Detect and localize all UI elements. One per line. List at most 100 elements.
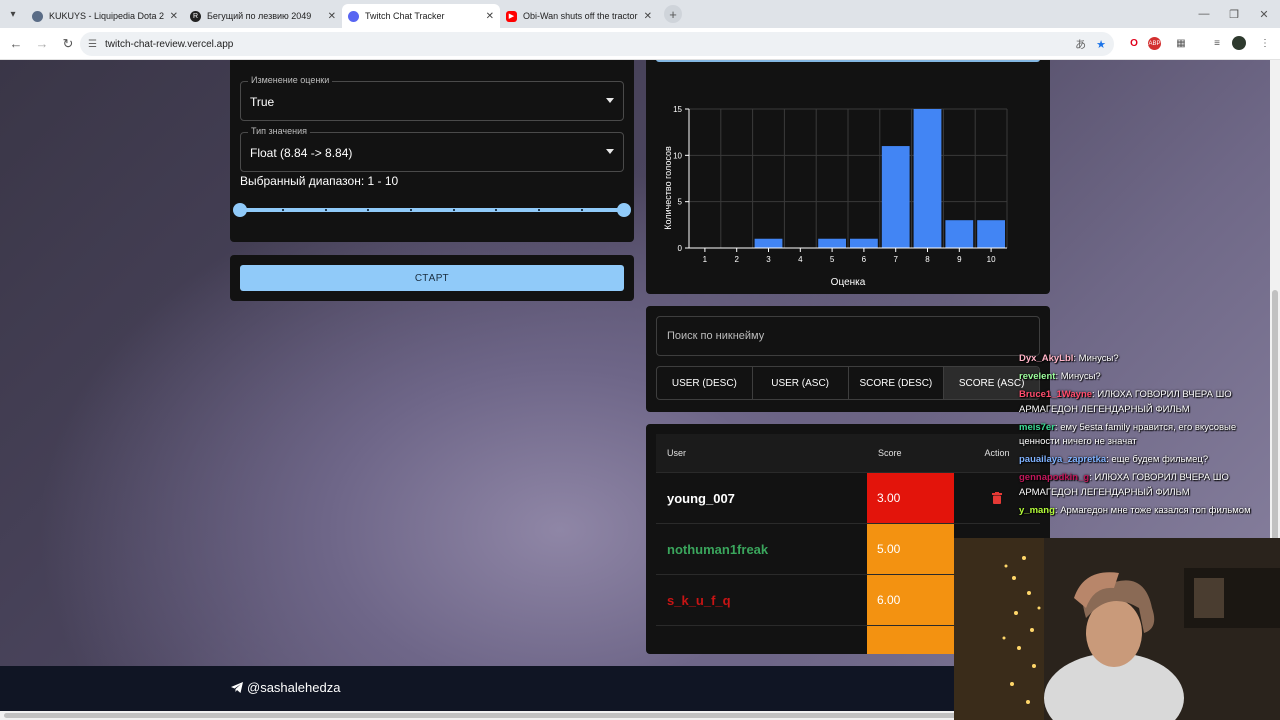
range-slider-max-thumb[interactable]: [617, 203, 631, 217]
webcam-scene-image: [954, 538, 1280, 720]
close-tab-icon[interactable]: ✕: [486, 11, 494, 22]
rating-change-label: Изменение оценки: [248, 75, 333, 85]
histogram-bar-7: [881, 146, 910, 248]
value-type-value: Float (8.84 -> 8.84): [250, 146, 353, 160]
start-button[interactable]: СТАРТ: [240, 265, 624, 291]
site-favicon-icon: R: [190, 10, 201, 22]
table-row: young_007 3.00: [656, 472, 1040, 524]
tab-title: Бегущий по лезвию 2049: [207, 11, 312, 21]
site-info-icon[interactable]: ☰: [88, 39, 97, 50]
minimize-icon[interactable]: —: [1188, 0, 1220, 28]
translate-icon[interactable]: あ: [1075, 36, 1086, 52]
tab-search-icon[interactable]: ▾: [0, 0, 26, 28]
user-column-header[interactable]: User: [656, 448, 867, 458]
chat-user: pauailaya_zapretka: [1019, 454, 1107, 465]
close-tab-icon[interactable]: ✕: [644, 11, 652, 22]
y-tick-label: 15: [673, 105, 682, 114]
tab-blade-runner[interactable]: R Бегущий по лезвию 2049 ✕: [184, 4, 342, 28]
y-axis-label: Количество голосов: [663, 146, 673, 230]
row-score: 6.00: [867, 574, 954, 626]
telegram-handle: @sashalehedza: [247, 680, 341, 695]
chat-user: Bruce1_1Wayne: [1019, 389, 1093, 400]
rating-change-value: True: [250, 95, 275, 109]
range-slider-track[interactable]: [240, 208, 624, 212]
nickname-search-input[interactable]: Поиск по никнейму: [656, 316, 1040, 356]
extensions-puzzle-icon[interactable]: ▦: [1172, 34, 1190, 52]
delete-trash-icon[interactable]: [992, 492, 1002, 504]
tab-title: Twitch Chat Tracker: [365, 11, 445, 21]
close-tab-icon[interactable]: ✕: [170, 11, 178, 22]
tab-liquipedia[interactable]: KUKUYS - Liquipedia Dota 2 W ✕: [26, 4, 184, 28]
close-tab-icon[interactable]: ✕: [328, 11, 336, 22]
x-tick-label: 5: [830, 255, 835, 264]
chat-text: Армагедон мне тоже казался топ фильмом: [1060, 504, 1251, 516]
y-tick-label: 10: [673, 151, 682, 160]
value-type-label: Тип значения: [248, 126, 310, 136]
dropdown-caret-icon: [606, 98, 614, 103]
x-tick-label: 10: [987, 255, 996, 264]
range-label: Выбранный диапазон: 1 - 10: [240, 174, 399, 188]
tab-title: Obi-Wan shuts off the tractor b: [523, 11, 640, 21]
chart-card: Количество голосов Оценка 0 5 10 15 1 2 3 4 5 6 7 8…: [646, 60, 1050, 294]
tab-strip: ▾ KUKUYS - Liquipedia Dota 2 W ✕ R Бегущ…: [0, 0, 1280, 28]
reading-list-icon[interactable]: ≡: [1208, 34, 1226, 52]
rating-change-select[interactable]: Изменение оценки True: [240, 75, 624, 121]
range-slider-min-thumb[interactable]: [233, 203, 247, 217]
youtube-favicon-icon: ▶: [506, 10, 517, 22]
x-tick-label: 1: [703, 255, 708, 264]
opera-extension-icon[interactable]: O: [1125, 34, 1143, 52]
more-menu-icon[interactable]: ⋮: [1256, 34, 1274, 52]
adblock-extension-icon[interactable]: ABP: [1148, 37, 1161, 50]
histogram-bar-5: [818, 238, 846, 248]
chat-message: Bruce1_1Wayne: ИЛЮХА ГОВОРИЛ ВЧЕРА ШО АР…: [1019, 389, 1232, 415]
row-username: s_k_u_f_q: [667, 592, 731, 608]
chat-message: meis7er: ему 5esta family нравится, его …: [1019, 421, 1237, 448]
telegram-icon: [231, 682, 243, 693]
address-bar[interactable]: ☰ twitch-chat-review.vercel.app あ ★: [80, 32, 1114, 56]
sort-score-desc-button[interactable]: SCORE (DESC): [849, 367, 945, 399]
profile-avatar[interactable]: [1232, 36, 1246, 50]
chat-text: Минусы?: [1078, 353, 1119, 364]
sort-user-asc-button[interactable]: USER (ASC): [753, 367, 849, 399]
tab-youtube[interactable]: ▶ Obi-Wan shuts off the tractor b ✕: [500, 4, 658, 28]
filter-card: Поиск по никнейму USER (DESC) USER (ASC)…: [646, 306, 1050, 412]
chat-message: revelent: Минусы?: [1019, 371, 1101, 382]
histogram-bar-8: [913, 109, 942, 248]
reload-icon[interactable]: ↻: [56, 32, 80, 56]
row-username: nothuman1freak: [667, 541, 769, 557]
sort-button-group: USER (DESC) USER (ASC) SCORE (DESC) SCOR…: [656, 366, 1040, 400]
new-tab-button[interactable]: +: [664, 5, 682, 23]
histogram-bar-6: [850, 238, 878, 248]
x-tick-label: 6: [862, 255, 867, 264]
row-score-partial: [867, 625, 954, 654]
x-tick-label: 7: [893, 255, 898, 264]
x-tick-label: 3: [766, 255, 771, 264]
tab-title: KUKUYS - Liquipedia Dota 2 W: [49, 11, 166, 21]
forward-icon[interactable]: →: [30, 32, 54, 56]
liquipedia-favicon-icon: [32, 10, 43, 22]
chat-user: gennapodkin_g: [1019, 472, 1090, 483]
chat-text: Минусы?: [1060, 371, 1101, 382]
x-tick-label: 2: [734, 255, 739, 264]
value-type-select[interactable]: Тип значения Float (8.84 -> 8.84): [240, 126, 624, 172]
tab-twitch-chat-tracker[interactable]: Twitch Chat Tracker ✕: [342, 4, 500, 28]
restore-icon[interactable]: ❐: [1218, 0, 1250, 28]
sort-user-desc-button[interactable]: USER (DESC): [657, 367, 753, 399]
bookmark-star-icon[interactable]: ★: [1096, 38, 1106, 51]
back-icon[interactable]: ←: [4, 32, 28, 56]
chat-user: y_mang: [1019, 504, 1055, 516]
x-tick-label: 9: [957, 255, 962, 264]
x-tick-label: 4: [798, 255, 803, 264]
telegram-link[interactable]: @sashalehedza: [231, 680, 340, 695]
url-text: twitch-chat-review.vercel.app: [104, 38, 234, 50]
chat-user: meis7er: [1019, 421, 1055, 433]
row-score: 5.00: [867, 523, 954, 575]
dropdown-caret-icon: [606, 149, 614, 154]
close-window-icon[interactable]: ✕: [1248, 0, 1280, 28]
navigation-bar: ← → ↻ ☰ twitch-chat-review.vercel.app あ …: [0, 28, 1280, 60]
score-column-header[interactable]: Score: [867, 448, 954, 458]
chat-message: gennapodkin_g: ИЛЮХА ГОВОРИЛ ВЧЕРА ШО АР…: [1019, 472, 1229, 498]
y-tick-label: 0: [678, 244, 683, 253]
chat-text: еще будем фильмец?: [1111, 454, 1209, 465]
table-header: User Score Action: [656, 434, 1040, 472]
